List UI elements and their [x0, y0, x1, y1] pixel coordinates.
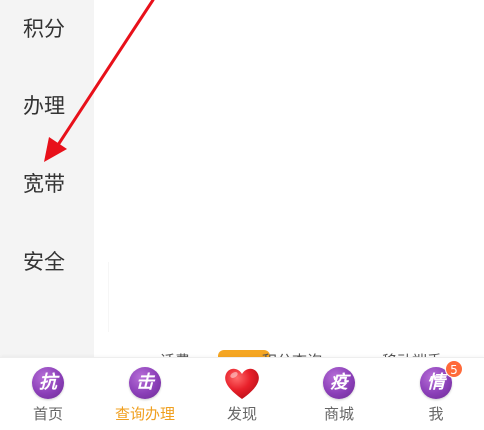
sidebar-item-handle[interactable]: 办理: [0, 86, 94, 126]
sidebar-item-security[interactable]: 安全: [0, 242, 94, 282]
content-area: [94, 0, 484, 357]
tab-me[interactable]: 情 5 我: [388, 358, 484, 430]
heart-icon: [225, 368, 259, 399]
tab-mall[interactable]: 疫 商城: [291, 358, 387, 430]
tab-discover[interactable]: 发现: [194, 358, 290, 430]
tab-home[interactable]: 抗 首页: [0, 358, 96, 430]
sidebar-item-broadband[interactable]: 宽带: [0, 164, 94, 204]
query-icon: 击: [129, 367, 161, 399]
tab-query-handle[interactable]: 击 查询办理: [97, 358, 193, 430]
home-icon: 抗: [32, 367, 64, 399]
category-sidebar: 积分 办理 宽带 安全: [0, 0, 94, 357]
divider: [108, 262, 109, 332]
bottom-tab-bar: 抗 首页 击 查询办理 发现 疫 商城 情 5 我: [0, 357, 484, 430]
tab-label-query-handle: 查询办理: [114, 405, 175, 423]
tab-label-home: 首页: [32, 405, 63, 423]
tab-label-mall: 商城: [323, 405, 354, 423]
tab-label-discover: 发现: [226, 405, 257, 423]
app-screen: 积分 办理 宽带 安全 话费 积分查询 移动端手 抗 首页 击 查询办理: [0, 0, 484, 430]
mall-icon: 疫: [323, 367, 355, 399]
notification-badge: 5: [445, 360, 463, 378]
sidebar-item-points[interactable]: 积分: [0, 9, 94, 49]
tab-label-me: 我: [428, 405, 444, 423]
